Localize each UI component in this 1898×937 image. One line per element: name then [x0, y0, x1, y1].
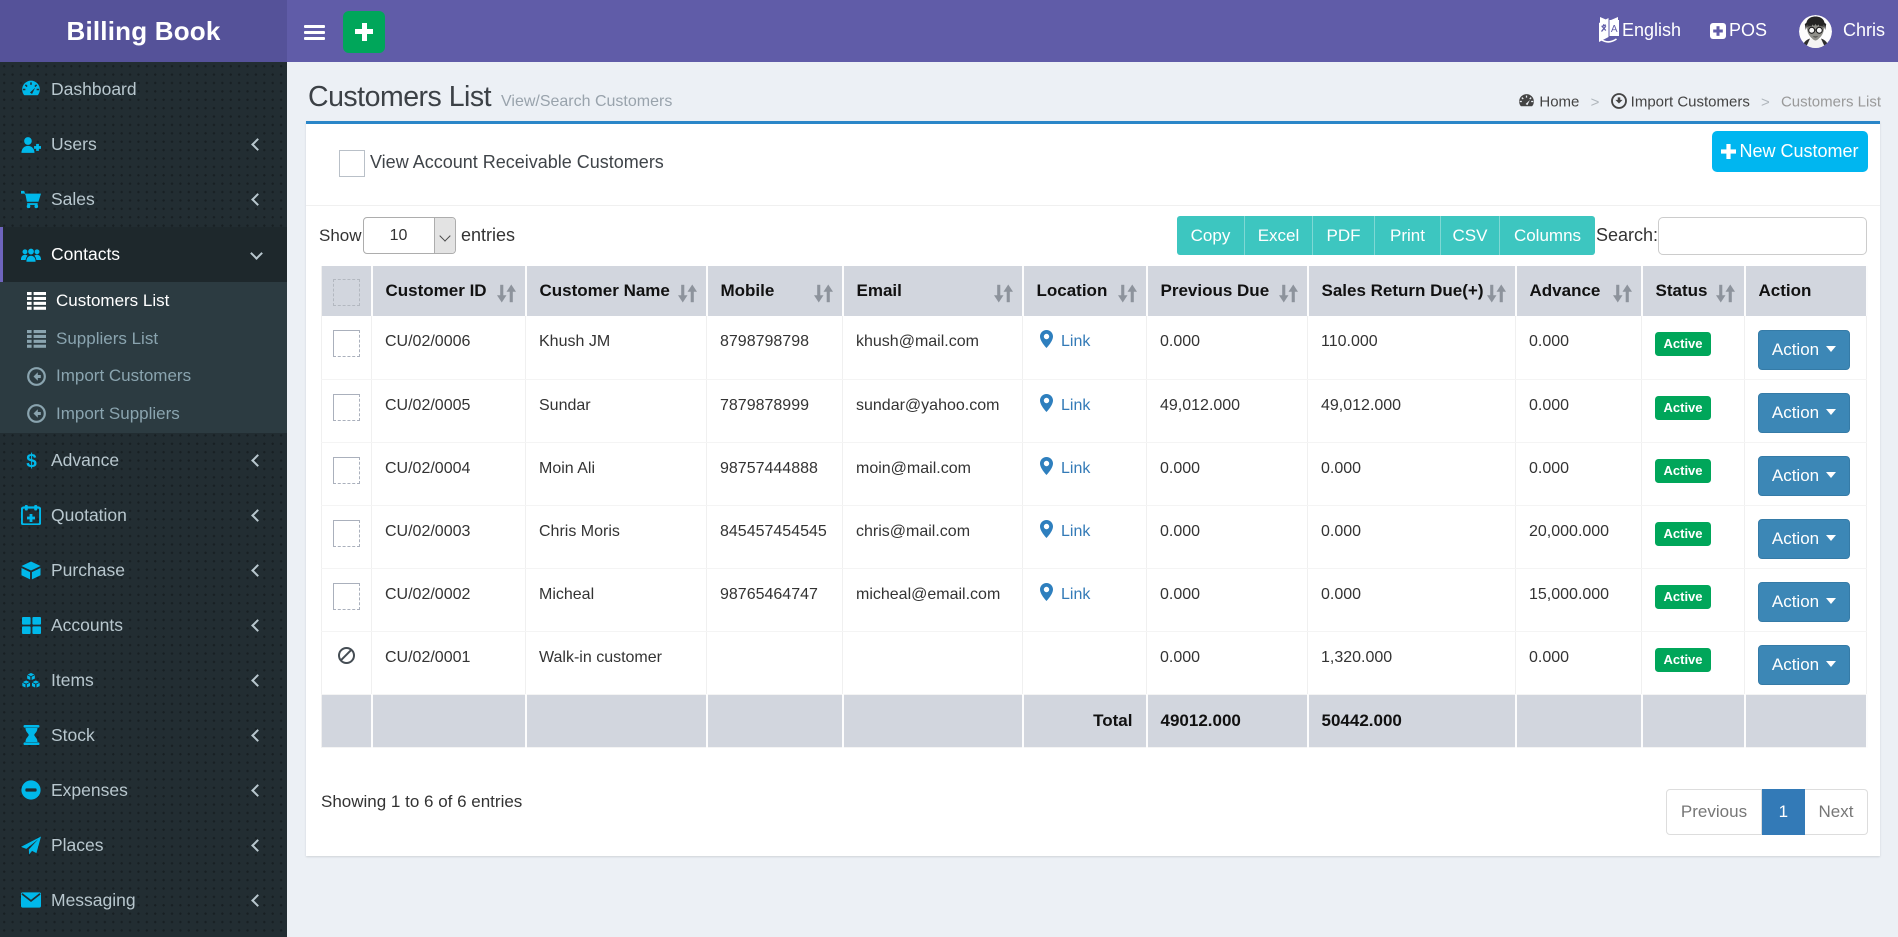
svg-text:A: A [1611, 24, 1618, 35]
svg-text:$: $ [26, 451, 37, 471]
